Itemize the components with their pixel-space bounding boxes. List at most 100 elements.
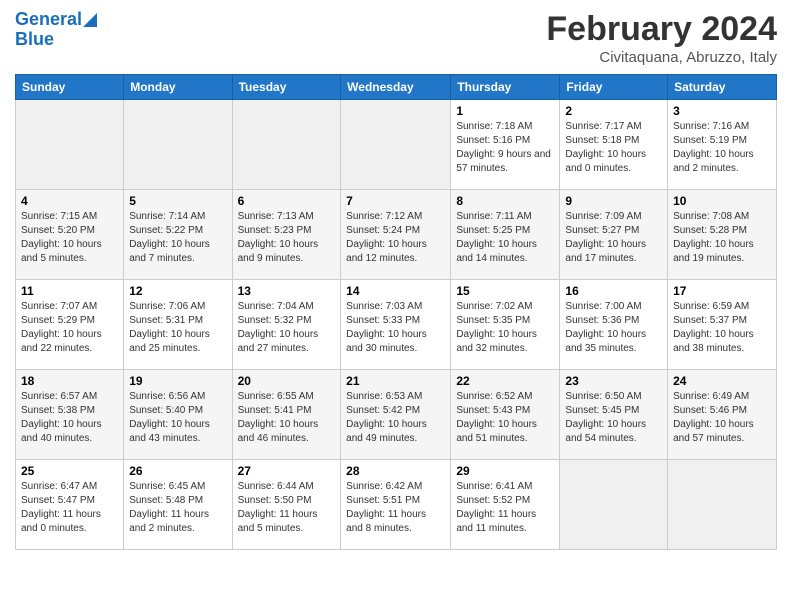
calendar-week-row: 25 Sunrise: 6:47 AMSunset: 5:47 PMDayligh… xyxy=(16,460,777,550)
day-number: 26 xyxy=(129,464,226,478)
day-info: Sunrise: 7:00 AMSunset: 5:36 PMDaylight:… xyxy=(565,300,662,356)
calendar-cell xyxy=(560,460,668,550)
calendar-cell: 19 Sunrise: 6:56 AMSunset: 5:40 PMDayligh… xyxy=(124,370,232,460)
day-info: Sunrise: 6:44 AMSunset: 5:50 PMDaylight:… xyxy=(238,480,336,536)
day-number: 13 xyxy=(238,284,336,298)
calendar-cell: 28Sunrise: 6:42 AMSunset: 5:51 PMDayligh… xyxy=(341,460,451,550)
day-number: 28 xyxy=(346,464,445,478)
day-number: 1 xyxy=(456,104,554,118)
day-info: Sunrise: 7:18 AMSunset: 5:16 PMDaylight:… xyxy=(456,120,554,176)
day-number: 12 xyxy=(129,284,226,298)
day-number: 15 xyxy=(456,284,554,298)
weekday-header: Monday xyxy=(124,75,232,100)
logo-general: General xyxy=(15,9,82,29)
calendar-cell: 12 Sunrise: 7:06 AMSunset: 5:31 PMDayligh… xyxy=(124,280,232,370)
day-info: Sunrise: 6:56 AMSunset: 5:40 PMDaylight:… xyxy=(129,390,226,446)
calendar-cell: 2 Sunrise: 7:17 AMSunset: 5:18 PMDaylight… xyxy=(560,100,668,190)
day-info: Sunrise: 7:02 AMSunset: 5:35 PMDaylight:… xyxy=(456,300,554,356)
calendar-cell: 7 Sunrise: 7:12 AMSunset: 5:24 PMDaylight… xyxy=(341,190,451,280)
calendar-cell: 9Sunrise: 7:09 AMSunset: 5:27 PMDaylight… xyxy=(560,190,668,280)
day-info: Sunrise: 6:57 AMSunset: 5:38 PMDaylight:… xyxy=(21,390,118,446)
day-info: Sunrise: 7:03 AMSunset: 5:33 PMDaylight:… xyxy=(346,300,445,356)
calendar-cell: 20 Sunrise: 6:55 AMSunset: 5:41 PMDayligh… xyxy=(232,370,341,460)
day-number: 16 xyxy=(565,284,662,298)
day-info: Sunrise: 6:55 AMSunset: 5:41 PMDaylight:… xyxy=(238,390,336,446)
day-number: 27 xyxy=(238,464,336,478)
calendar-cell: 27 Sunrise: 6:44 AMSunset: 5:50 PMDayligh… xyxy=(232,460,341,550)
calendar-cell: 8 Sunrise: 7:11 AMSunset: 5:25 PMDaylight… xyxy=(451,190,560,280)
day-info: Sunrise: 6:47 AMSunset: 5:47 PMDaylight:… xyxy=(21,480,118,536)
day-info: Sunrise: 7:17 AMSunset: 5:18 PMDaylight:… xyxy=(565,120,662,176)
calendar-cell xyxy=(124,100,232,190)
calendar-cell: 15 Sunrise: 7:02 AMSunset: 5:35 PMDayligh… xyxy=(451,280,560,370)
calendar-cell: 1 Sunrise: 7:18 AMSunset: 5:16 PMDaylight… xyxy=(451,100,560,190)
calendar-cell: 26 Sunrise: 6:45 AMSunset: 5:48 PMDayligh… xyxy=(124,460,232,550)
header: General Blue February 2024 Civitaquana, … xyxy=(15,10,777,66)
calendar-cell xyxy=(341,100,451,190)
weekday-header: Wednesday xyxy=(341,75,451,100)
day-info: Sunrise: 6:50 AMSunset: 5:45 PMDaylight:… xyxy=(565,390,662,446)
day-info: Sunrise: 6:49 AMSunset: 5:46 PMDaylight:… xyxy=(673,390,771,446)
calendar-cell: 14 Sunrise: 7:03 AMSunset: 5:33 PMDayligh… xyxy=(341,280,451,370)
day-info: Sunrise: 7:09 AMSunset: 5:27 PMDaylight:… xyxy=(565,210,662,266)
page-subtitle: Civitaquana, Abruzzo, Italy xyxy=(546,49,777,66)
day-number: 25 xyxy=(21,464,118,478)
calendar-cell: 29 Sunrise: 6:41 AMSunset: 5:52 PMDayligh… xyxy=(451,460,560,550)
day-info: Sunrise: 6:41 AMSunset: 5:52 PMDaylight:… xyxy=(456,480,554,536)
day-info: Sunrise: 7:15 AMSunset: 5:20 PMDaylight:… xyxy=(21,210,118,266)
day-info: Sunrise: 6:45 AMSunset: 5:48 PMDaylight:… xyxy=(129,480,226,536)
calendar-table: SundayMondayTuesdayWednesdayThursdayFrid… xyxy=(15,74,777,550)
calendar-cell: 10 Sunrise: 7:08 AMSunset: 5:28 PMDayligh… xyxy=(668,190,777,280)
weekday-header: Tuesday xyxy=(232,75,341,100)
day-number: 19 xyxy=(129,374,226,388)
day-info: Sunrise: 7:16 AMSunset: 5:19 PMDaylight:… xyxy=(673,120,771,176)
calendar-cell: 18 Sunrise: 6:57 AMSunset: 5:38 PMDayligh… xyxy=(16,370,124,460)
day-number: 6 xyxy=(238,194,336,208)
day-number: 21 xyxy=(346,374,445,388)
day-number: 5 xyxy=(129,194,226,208)
day-number: 24 xyxy=(673,374,771,388)
day-info: Sunrise: 7:06 AMSunset: 5:31 PMDaylight:… xyxy=(129,300,226,356)
day-number: 3 xyxy=(673,104,771,118)
title-area: February 2024 Civitaquana, Abruzzo, Ital… xyxy=(546,10,777,66)
calendar-cell: 4 Sunrise: 7:15 AMSunset: 5:20 PMDaylight… xyxy=(16,190,124,280)
day-number: 18 xyxy=(21,374,118,388)
day-number: 14 xyxy=(346,284,445,298)
calendar-week-row: 18 Sunrise: 6:57 AMSunset: 5:38 PMDayligh… xyxy=(16,370,777,460)
day-info: Sunrise: 7:12 AMSunset: 5:24 PMDaylight:… xyxy=(346,210,445,266)
day-number: 8 xyxy=(456,194,554,208)
calendar-cell: 3 Sunrise: 7:16 AMSunset: 5:19 PMDaylight… xyxy=(668,100,777,190)
day-number: 4 xyxy=(21,194,118,208)
calendar-cell xyxy=(668,460,777,550)
calendar-cell: 25 Sunrise: 6:47 AMSunset: 5:47 PMDayligh… xyxy=(16,460,124,550)
calendar-cell: 13 Sunrise: 7:04 AMSunset: 5:32 PMDayligh… xyxy=(232,280,341,370)
calendar-cell: 16 Sunrise: 7:00 AMSunset: 5:36 PMDayligh… xyxy=(560,280,668,370)
weekday-header-row: SundayMondayTuesdayWednesdayThursdayFrid… xyxy=(16,75,777,100)
calendar-cell: 5 Sunrise: 7:14 AMSunset: 5:22 PMDaylight… xyxy=(124,190,232,280)
day-number: 22 xyxy=(456,374,554,388)
logo-arrow-icon xyxy=(83,13,97,27)
calendar-cell xyxy=(232,100,341,190)
day-info: Sunrise: 7:14 AMSunset: 5:22 PMDaylight:… xyxy=(129,210,226,266)
calendar-week-row: 1 Sunrise: 7:18 AMSunset: 5:16 PMDaylight… xyxy=(16,100,777,190)
day-info: Sunrise: 7:08 AMSunset: 5:28 PMDaylight:… xyxy=(673,210,771,266)
day-number: 29 xyxy=(456,464,554,478)
day-number: 23 xyxy=(565,374,662,388)
day-info: Sunrise: 6:53 AMSunset: 5:42 PMDaylight:… xyxy=(346,390,445,446)
calendar-cell: 23 Sunrise: 6:50 AMSunset: 5:45 PMDayligh… xyxy=(560,370,668,460)
calendar-cell: 21 Sunrise: 6:53 AMSunset: 5:42 PMDayligh… xyxy=(341,370,451,460)
day-info: Sunrise: 6:59 AMSunset: 5:37 PMDaylight:… xyxy=(673,300,771,356)
logo-blue: Blue xyxy=(15,29,54,49)
calendar-cell: 24 Sunrise: 6:49 AMSunset: 5:46 PMDayligh… xyxy=(668,370,777,460)
day-info: Sunrise: 7:11 AMSunset: 5:25 PMDaylight:… xyxy=(456,210,554,266)
calendar-cell: 11Sunrise: 7:07 AMSunset: 5:29 PMDayligh… xyxy=(16,280,124,370)
calendar-week-row: 4 Sunrise: 7:15 AMSunset: 5:20 PMDaylight… xyxy=(16,190,777,280)
calendar-cell xyxy=(16,100,124,190)
logo: General Blue xyxy=(15,10,97,50)
day-info: Sunrise: 7:04 AMSunset: 5:32 PMDaylight:… xyxy=(238,300,336,356)
day-number: 2 xyxy=(565,104,662,118)
day-number: 10 xyxy=(673,194,771,208)
day-number: 20 xyxy=(238,374,336,388)
day-number: 7 xyxy=(346,194,445,208)
calendar-week-row: 11Sunrise: 7:07 AMSunset: 5:29 PMDayligh… xyxy=(16,280,777,370)
